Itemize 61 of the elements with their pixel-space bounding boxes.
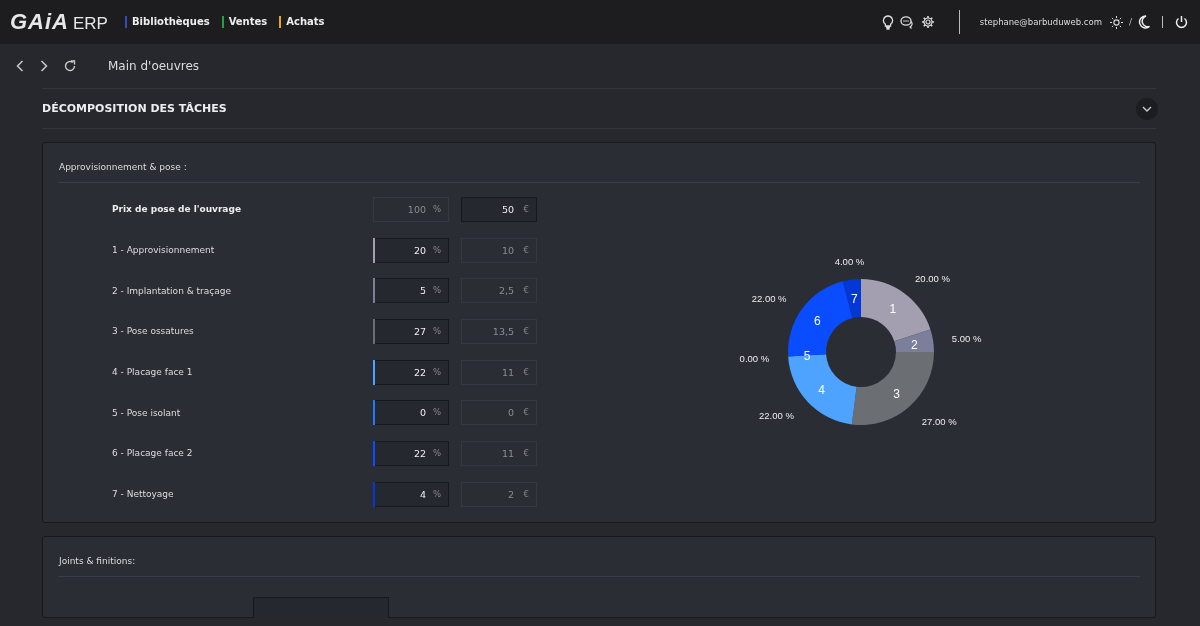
unit-label: % (432, 488, 441, 499)
unit-label: % (432, 366, 441, 377)
nav-link[interactable]: Bibliothèques (125, 16, 210, 28)
unit-label: % (432, 203, 441, 214)
unit-label: % (432, 447, 441, 458)
refresh-icon[interactable] (64, 60, 76, 72)
value-label: 0.00 % (739, 352, 769, 364)
power-icon[interactable] (1175, 15, 1188, 29)
slice-number: 6 (813, 314, 821, 328)
value-label: 22.00 % (751, 292, 787, 304)
card-title: Approvisionnement & pose : (58, 161, 188, 174)
nav-link[interactable]: Achats (279, 16, 325, 28)
lightbulb-icon[interactable] (881, 14, 894, 30)
unit-label: € (523, 203, 529, 214)
user-email: stephane@barbuduweb.com (979, 17, 1102, 27)
settings-icon[interactable] (920, 15, 935, 29)
value-label: 20.00 % (914, 272, 950, 284)
row-label: 4 - Placage face 1 (112, 367, 194, 378)
slice-number: 7 (850, 292, 858, 307)
slice-number: 5 (803, 349, 810, 364)
value-label: 27.00 % (921, 415, 957, 427)
unit-label: € (523, 366, 529, 377)
sun-icon[interactable] (1109, 15, 1123, 29)
slice-number: 3 (892, 386, 900, 401)
row-label: 5 - Pose isolant (112, 407, 182, 418)
unit-label: % (432, 285, 441, 296)
unit-label: € (523, 244, 529, 255)
row-label: Prix de pose de l'ouvrage (112, 204, 242, 215)
card-title: Joints & finitions: (58, 554, 137, 568)
slice-number: 1 (888, 302, 896, 317)
value-label: 4.00 % (834, 255, 864, 267)
unit-label: % (432, 325, 441, 336)
section-title: DÉCOMPOSITION DES TÂCHES (42, 102, 227, 115)
slice-number: 4 (817, 382, 825, 397)
unit-label: € (523, 488, 529, 499)
row-label: 1 - Approvisionnement (112, 245, 216, 256)
row-label: 7 - Nettoyage (112, 489, 175, 500)
unit-label: € (523, 407, 529, 418)
value-label: 5.00 % (951, 332, 981, 344)
unit-label: % (432, 244, 441, 255)
value-label: 22.00 % (758, 409, 794, 421)
slice-number: 2 (910, 337, 918, 352)
back-icon[interactable] (16, 60, 24, 72)
unit-label: % (432, 407, 441, 418)
nav-link[interactable]: Ventes (221, 16, 268, 28)
unit-label: € (523, 285, 529, 296)
chevron-icon (1142, 105, 1152, 112)
collapse-button[interactable] (1136, 97, 1158, 120)
unit-label: € (523, 447, 529, 458)
logo[interactable]: GAiA ERP (10, 9, 125, 35)
moon-icon[interactable] (1138, 15, 1150, 29)
row-label: 3 - Pose ossatures (112, 326, 195, 337)
unit-label: € (523, 325, 529, 336)
row-label: 6 - Placage face 2 (112, 448, 194, 459)
row-label: 2 - Implantation & traçage (112, 285, 233, 296)
forward-icon[interactable] (40, 60, 48, 72)
input-field[interactable] (253, 596, 389, 618)
page-title: Main d'oeuvres (108, 59, 200, 73)
donut-slice (787, 353, 857, 425)
theme-separator: / (1128, 17, 1132, 27)
chat-icon[interactable] (899, 15, 915, 29)
